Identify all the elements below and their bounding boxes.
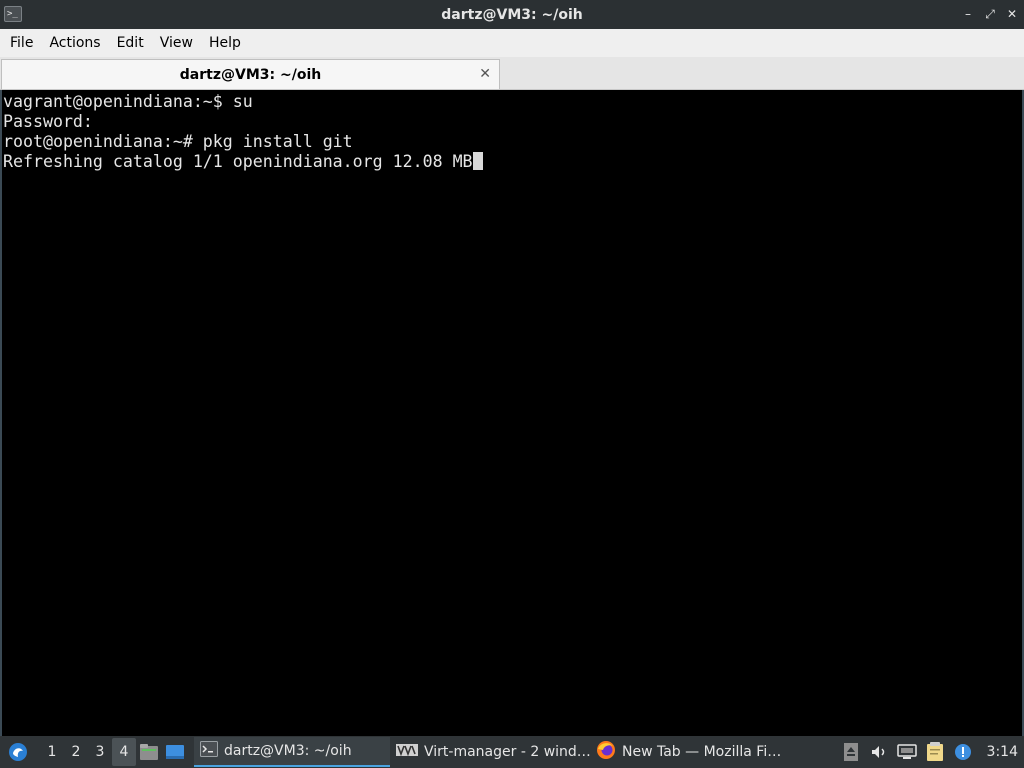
file-manager-icon[interactable]: [136, 738, 162, 766]
tab-label: dartz@VM3: ~/oih: [179, 66, 322, 83]
task-virt-manager[interactable]: Virt-manager - 2 wind…: [390, 737, 590, 767]
firefox-icon: [596, 740, 616, 764]
window-titlebar[interactable]: >_ dartz@VM3: ~/oih – ⤢ ✕: [0, 0, 1024, 29]
maximize-icon[interactable]: ⤢: [984, 6, 996, 22]
menu-help[interactable]: Help: [201, 35, 249, 51]
terminal-app-icon[interactable]: >_: [4, 6, 22, 22]
virt-manager-icon: [396, 743, 418, 761]
terminal-icon: [200, 741, 218, 761]
terminal-output[interactable]: vagrant@openindiana:~$ su Password: root…: [0, 90, 1024, 736]
system-tray: 3:14: [841, 742, 1024, 762]
tab-terminal[interactable]: dartz@VM3: ~/oih ✕: [1, 59, 500, 89]
task-label: dartz@VM3: ~/oih: [224, 743, 352, 759]
volume-icon[interactable]: [869, 742, 889, 762]
taskbar: 1 2 3 4 dartz@VM3: ~/oih Virt-manager - …: [0, 736, 1024, 768]
menu-bar: File Actions Edit View Help: [0, 29, 1024, 57]
menu-file[interactable]: File: [2, 35, 41, 51]
clock[interactable]: 3:14: [987, 744, 1018, 760]
minimize-icon[interactable]: –: [962, 6, 974, 22]
tab-close-icon[interactable]: ✕: [479, 66, 491, 82]
start-menu-icon[interactable]: [4, 738, 32, 766]
menu-edit[interactable]: Edit: [109, 35, 152, 51]
terminal-line-current: Refreshing catalog 1/1 openindiana.org 1…: [3, 152, 1022, 172]
task-label: New Tab — Mozilla Fi…: [622, 744, 782, 760]
window-title: dartz@VM3: ~/oih: [441, 6, 583, 23]
task-terminal[interactable]: dartz@VM3: ~/oih: [194, 737, 390, 767]
desktop-3[interactable]: 3: [88, 738, 112, 766]
task-firefox[interactable]: New Tab — Mozilla Fi…: [590, 737, 790, 767]
menu-view[interactable]: View: [152, 35, 201, 51]
terminal-line-text: Refreshing catalog 1/1 openindiana.org 1…: [3, 152, 473, 171]
terminal-line: root@openindiana:~# pkg install git: [3, 132, 353, 151]
notification-icon[interactable]: [953, 742, 973, 762]
eject-icon[interactable]: [841, 742, 861, 762]
close-icon[interactable]: ✕: [1006, 6, 1018, 22]
clipboard-icon[interactable]: [925, 742, 945, 762]
show-desktop-icon[interactable]: [162, 738, 188, 766]
text-cursor: [472, 152, 483, 170]
desktop-1[interactable]: 1: [40, 738, 64, 766]
window-controls: – ⤢ ✕: [962, 6, 1018, 22]
terminal-line: vagrant@openindiana:~$ su: [3, 92, 253, 111]
terminal-line: Password:: [3, 112, 93, 131]
desktop-2[interactable]: 2: [64, 738, 88, 766]
task-label: Virt-manager - 2 wind…: [424, 744, 590, 760]
tab-bar: dartz@VM3: ~/oih ✕: [0, 57, 1024, 90]
network-icon[interactable]: [896, 742, 917, 762]
menu-actions[interactable]: Actions: [41, 35, 108, 51]
desktop-4[interactable]: 4: [112, 738, 136, 766]
